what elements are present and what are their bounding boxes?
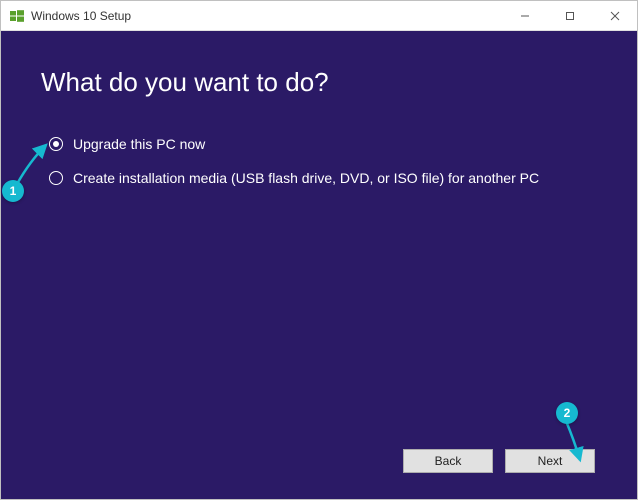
options-group: Upgrade this PC now Create installation … bbox=[49, 136, 597, 204]
annotation-marker-1: 1 bbox=[2, 180, 24, 202]
back-button[interactable]: Back bbox=[403, 449, 493, 473]
page-heading: What do you want to do? bbox=[41, 67, 597, 98]
minimize-button[interactable] bbox=[502, 1, 547, 30]
window-controls bbox=[502, 1, 637, 30]
close-button[interactable] bbox=[592, 1, 637, 30]
radio-option-upgrade[interactable]: Upgrade this PC now bbox=[49, 136, 597, 152]
maximize-button[interactable] bbox=[547, 1, 592, 30]
footer-buttons: Back Next bbox=[41, 449, 597, 479]
content-area: What do you want to do? Upgrade this PC … bbox=[1, 31, 637, 499]
window-title: Windows 10 Setup bbox=[31, 9, 502, 23]
radio-label: Upgrade this PC now bbox=[73, 136, 205, 152]
setup-window: Windows 10 Setup What do you want to do?… bbox=[0, 0, 638, 500]
annotation-marker-2: 2 bbox=[556, 402, 578, 424]
radio-label: Create installation media (USB flash dri… bbox=[73, 170, 539, 186]
app-icon bbox=[9, 8, 25, 24]
titlebar: Windows 10 Setup bbox=[1, 1, 637, 31]
annotation-arrow-2 bbox=[552, 418, 592, 468]
radio-option-create-media[interactable]: Create installation media (USB flash dri… bbox=[49, 170, 597, 186]
